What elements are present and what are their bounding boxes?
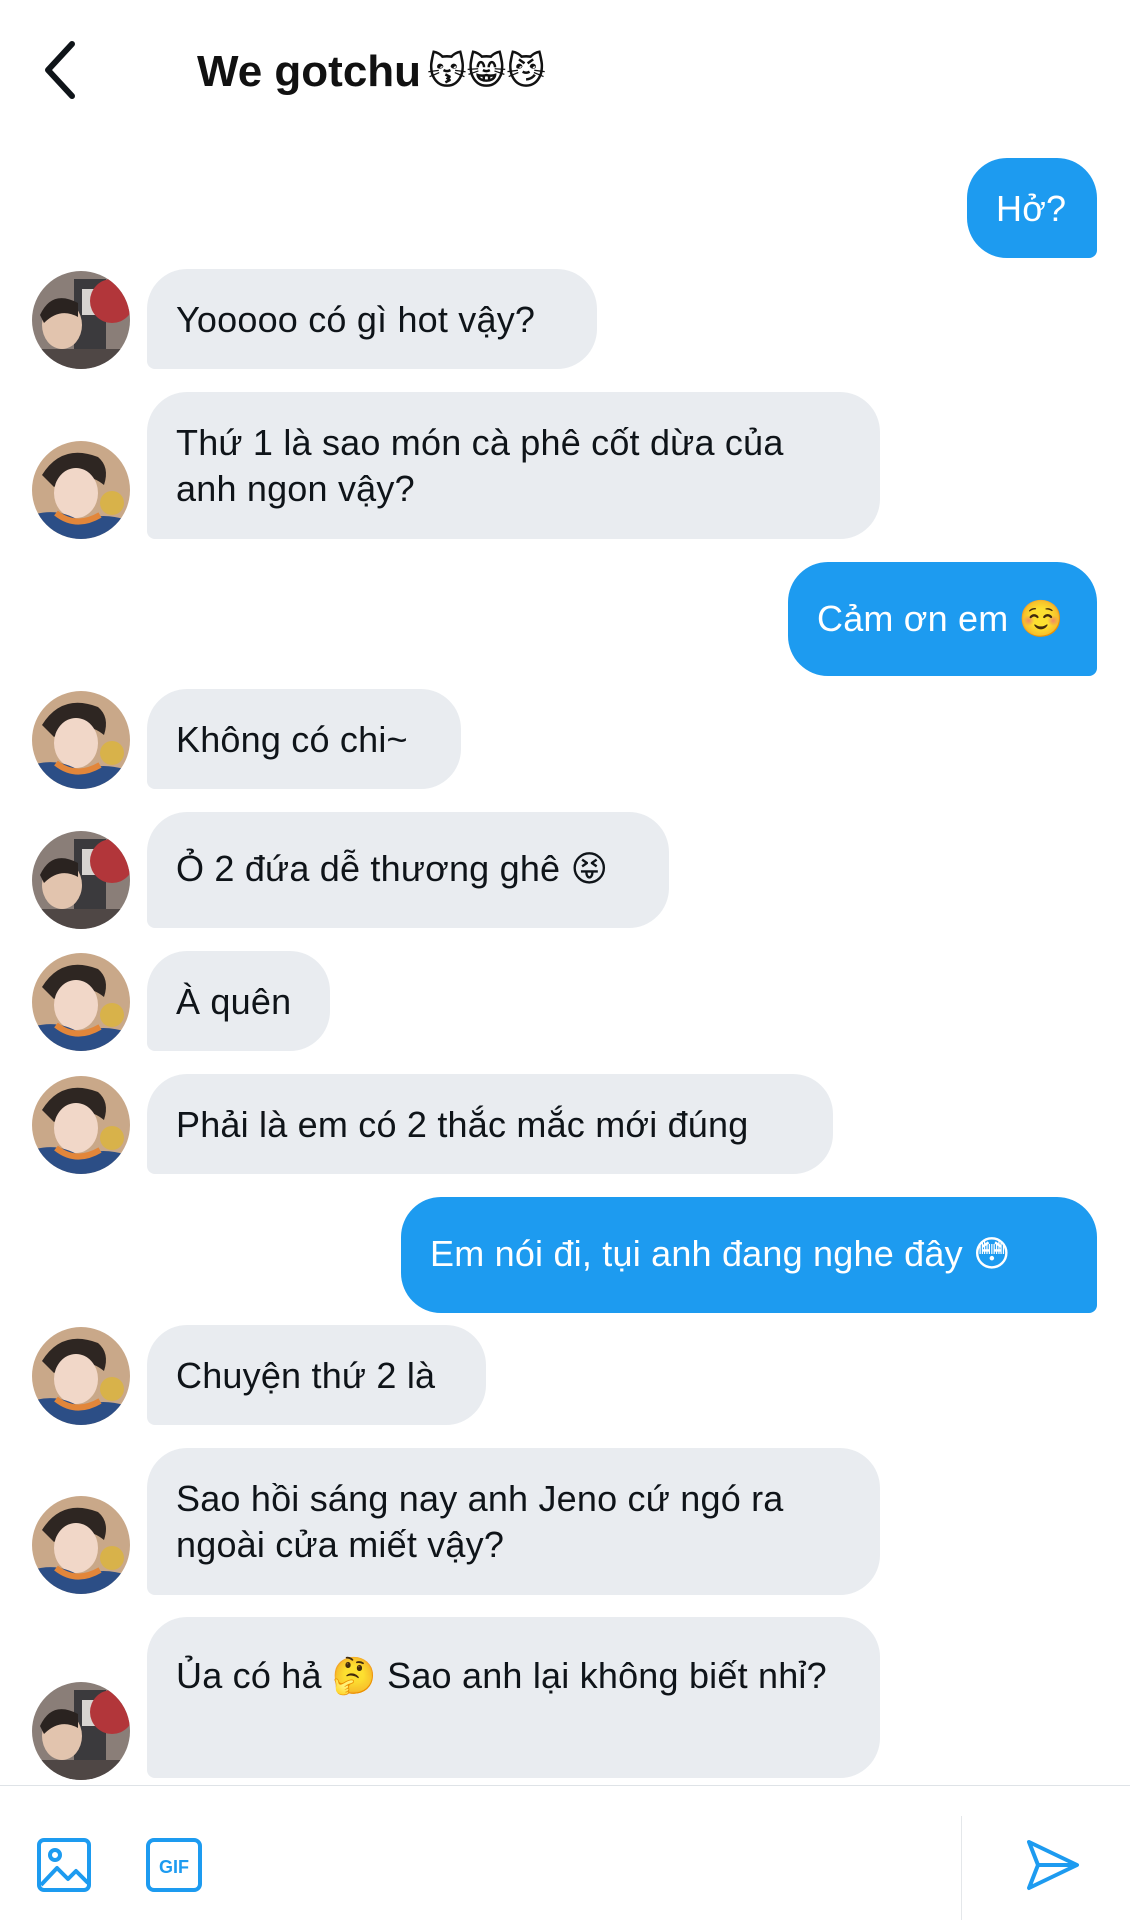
chevron-left-icon	[45, 41, 75, 99]
dm-conversation-screen: Hở? Yooooo có gì hot vậy? Thứ 1 là sao m…	[0, 0, 1130, 1920]
avatar[interactable]	[32, 1682, 130, 1780]
back-button[interactable]	[38, 38, 92, 102]
avatar[interactable]	[32, 1327, 130, 1425]
outgoing-message[interactable]: Em nói đi, tụi anh đang nghe đây 😳	[401, 1197, 1097, 1313]
incoming-message[interactable]: Sao hồi sáng nay anh Jeno cứ ngó ra ngoà…	[147, 1448, 880, 1595]
incoming-message[interactable]: Thứ 1 là sao món cà phê cốt dừa của anh …	[147, 392, 880, 539]
incoming-message[interactable]: Ỏ 2 đứa dễ thương ghê 😝	[147, 812, 669, 928]
incoming-message[interactable]: Không có chi~	[147, 689, 461, 789]
send-icon	[1027, 1840, 1079, 1890]
incoming-message[interactable]: Chuyện thứ 2 là	[147, 1325, 486, 1425]
avatar[interactable]	[32, 831, 130, 929]
image-icon	[37, 1838, 91, 1892]
avatar[interactable]	[32, 1496, 130, 1594]
gif-icon: GIF	[146, 1838, 202, 1892]
outgoing-message[interactable]: Hở?	[967, 158, 1097, 258]
avatar-photo	[32, 1327, 130, 1425]
gif-label: GIF	[159, 1857, 189, 1877]
incoming-message[interactable]: Ủa có hả 🤔 Sao anh lại không biết nhỉ?	[147, 1617, 880, 1778]
avatar-photo	[32, 691, 130, 789]
avatar-photo	[32, 441, 130, 539]
incoming-message[interactable]: Phải là em có 2 thắc mắc mới đúng	[147, 1074, 833, 1174]
conversation-title-emoji: 😽😸😼	[427, 51, 546, 93]
avatar-photo	[32, 271, 130, 369]
incoming-message[interactable]: À quên	[147, 951, 330, 1051]
conversation-header: We gotchu 😽😸😼	[0, 0, 1130, 140]
composer-divider	[961, 1816, 962, 1920]
conversation-title[interactable]: We gotchu 😽😸😼	[197, 46, 546, 98]
avatar-photo	[32, 1682, 130, 1780]
conversation-title-text: We gotchu	[197, 47, 422, 96]
add-gif-button[interactable]: GIF	[145, 1837, 203, 1898]
avatar-photo	[32, 1496, 130, 1594]
avatar-photo	[32, 831, 130, 929]
avatar-photo	[32, 953, 130, 1051]
add-image-button[interactable]	[36, 1837, 92, 1898]
avatar[interactable]	[32, 953, 130, 1051]
outgoing-message[interactable]: Cảm ơn em ☺️	[788, 562, 1097, 676]
avatar[interactable]	[32, 271, 130, 369]
message-thread[interactable]: Hở? Yooooo có gì hot vậy? Thứ 1 là sao m…	[0, 0, 1130, 1785]
avatar-photo	[32, 1076, 130, 1174]
avatar[interactable]	[32, 691, 130, 789]
incoming-message[interactable]: Yooooo có gì hot vậy?	[147, 269, 597, 369]
avatar[interactable]	[32, 1076, 130, 1174]
avatar[interactable]	[32, 441, 130, 539]
send-button[interactable]	[1025, 1838, 1081, 1897]
message-composer: GIF	[0, 1785, 1130, 1920]
